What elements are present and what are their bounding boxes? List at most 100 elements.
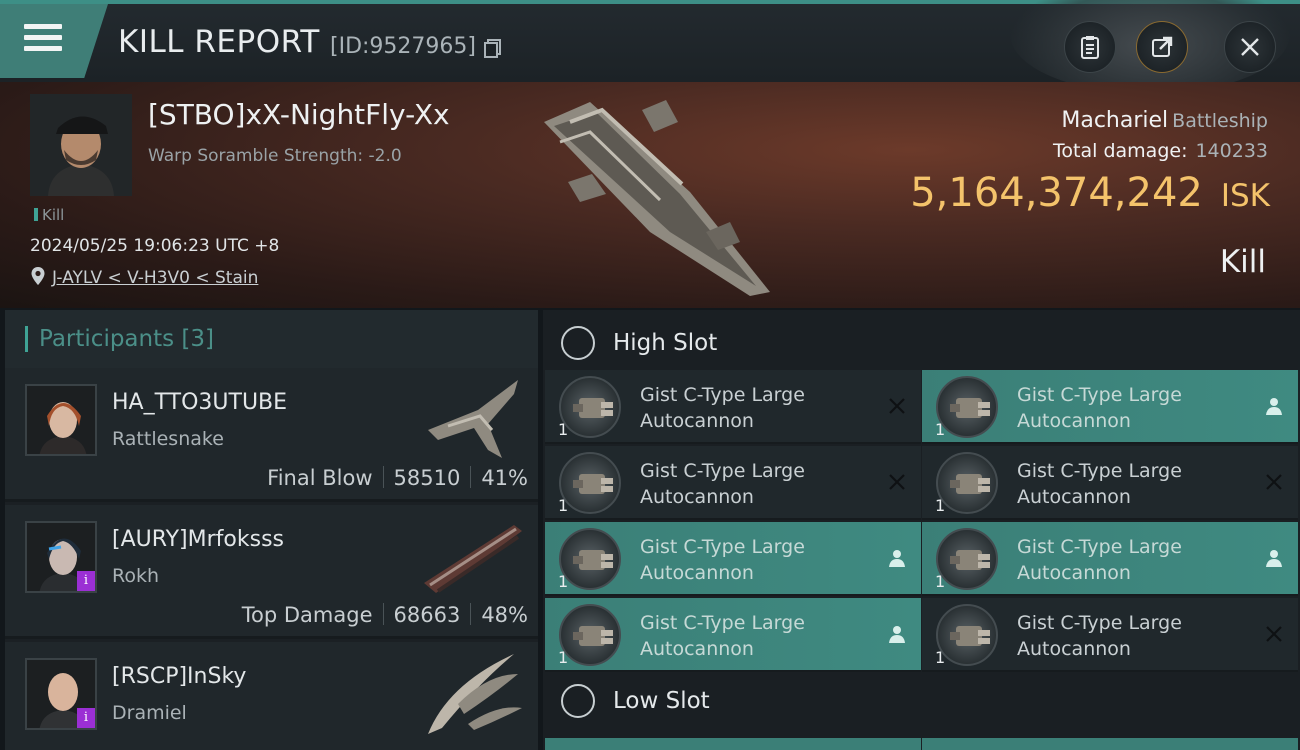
participant-row[interactable]: i [RSCP]InSky Dramiel bbox=[5, 642, 538, 750]
victim-banner: [STBO]xX-NightFly-Xx Warp Soramble Stren… bbox=[0, 82, 1300, 308]
total-damage-label: Total damage: bbox=[1053, 140, 1188, 162]
menu-button[interactable] bbox=[0, 4, 108, 78]
portrait-image bbox=[30, 94, 132, 196]
clipboard-icon bbox=[1081, 36, 1099, 59]
autocannon-icon bbox=[559, 604, 621, 666]
kill-location-link[interactable]: J-AYLV < V-H3V0 < Stain bbox=[52, 268, 258, 288]
participant-avatar[interactable] bbox=[25, 384, 97, 456]
share-button[interactable] bbox=[1136, 21, 1188, 73]
copy-icon[interactable] bbox=[482, 37, 504, 59]
participant-ship-image bbox=[424, 525, 522, 593]
warp-scramble-strength: Warp Soramble Strength: -2.0 bbox=[148, 146, 402, 166]
participant-name[interactable]: HA_TTO3UTUBE bbox=[112, 390, 287, 415]
module-tile[interactable]: 1 Gist C-Type Large Autocannon bbox=[922, 522, 1298, 596]
total-damage: Total damage: 140233 bbox=[1053, 140, 1268, 162]
dropped-icon bbox=[1266, 398, 1282, 415]
high-slot-title: High Slot bbox=[613, 330, 718, 356]
participant-ship-image bbox=[428, 654, 522, 734]
module-quantity: 1 bbox=[935, 420, 946, 439]
low-slot-icon bbox=[561, 684, 595, 718]
participants-title: Participants [3] bbox=[39, 326, 214, 352]
module-name: Gist C-Type Large Autocannon bbox=[640, 612, 805, 660]
fitting-panel: High Slot 1 Gist C-Type Large Autocannon 1… bbox=[543, 310, 1300, 750]
page-title: KILL REPORT bbox=[118, 24, 320, 60]
participant-damage: 68663 bbox=[393, 603, 461, 627]
module-quantity: 1 bbox=[935, 648, 946, 667]
header-bar: KILL REPORT [ID:9527965] bbox=[0, 0, 1300, 94]
participant-row[interactable]: HA_TTO3UTUBE Rattlesnake Final Blow 58510… bbox=[5, 368, 538, 502]
hamburger-icon bbox=[24, 24, 62, 56]
participant-avatar[interactable]: i bbox=[25, 658, 97, 730]
participant-row[interactable]: i [AURY]Mrfoksss Rokh Top Damage 68663 48% bbox=[5, 505, 538, 639]
module-name: Gist C-Type Large Autocannon bbox=[640, 384, 805, 432]
participants-panel: Participants [3] HA_TTO3UTUBE Rattlesnak… bbox=[5, 310, 538, 750]
header-accent bbox=[25, 326, 28, 352]
module-tile[interactable]: 1 Gist C-Type Large Autocannon bbox=[545, 370, 921, 444]
participant-stats: Top Damage 68663 48% bbox=[242, 603, 528, 627]
close-button[interactable] bbox=[1224, 21, 1276, 73]
module-quantity: 1 bbox=[558, 420, 569, 439]
participant-ship: Rattlesnake bbox=[112, 428, 224, 450]
module-tile[interactable]: 1 Gist C-Type Large Autocannon bbox=[922, 598, 1298, 672]
location-pin-icon bbox=[31, 267, 45, 285]
module-quantity: 1 bbox=[935, 496, 946, 515]
dropped-icon bbox=[1266, 550, 1282, 567]
module-tile[interactable]: 1 Gist C-Type Large Autocannon bbox=[922, 446, 1298, 520]
low-slot-header: Low Slot bbox=[543, 672, 1300, 730]
participant-ship: Dramiel bbox=[112, 702, 187, 724]
low-slot-module-peek[interactable] bbox=[922, 738, 1298, 750]
participants-header: Participants [3] bbox=[5, 310, 538, 368]
module-quantity: 1 bbox=[558, 648, 569, 667]
info-badge: i bbox=[77, 571, 95, 591]
victim-avatar[interactable] bbox=[30, 94, 132, 196]
destroyed-icon bbox=[1266, 474, 1282, 490]
autocannon-icon bbox=[559, 376, 621, 438]
autocannon-icon bbox=[559, 452, 621, 514]
participant-avatar[interactable]: i bbox=[25, 521, 97, 593]
ship-name-text: Machariel bbox=[1061, 108, 1169, 133]
isk-amount: 5,164,374,242 bbox=[910, 170, 1203, 216]
kill-tag: Kill bbox=[34, 206, 64, 224]
module-name: Gist C-Type Large Autocannon bbox=[1017, 612, 1182, 660]
low-slot-title: Low Slot bbox=[613, 688, 710, 714]
module-tile[interactable]: 1 Gist C-Type Large Autocannon bbox=[545, 522, 921, 596]
result-label: Kill bbox=[1219, 244, 1266, 280]
participant-role: Top Damage bbox=[241, 603, 373, 627]
participant-ship: Rokh bbox=[112, 565, 160, 587]
module-quantity: 1 bbox=[558, 496, 569, 515]
participant-percent: 48% bbox=[481, 603, 528, 627]
isk-unit: ISK bbox=[1220, 178, 1270, 214]
autocannon-icon bbox=[936, 528, 998, 590]
destroyed-icon bbox=[889, 474, 905, 490]
destroyed-icon bbox=[1266, 626, 1282, 642]
autocannon-icon bbox=[559, 528, 621, 590]
high-slot-header: High Slot bbox=[543, 314, 1300, 372]
module-name: Gist C-Type Large Autocannon bbox=[1017, 536, 1182, 584]
clipboard-button[interactable] bbox=[1064, 21, 1116, 73]
low-slot-module-peek[interactable] bbox=[545, 738, 921, 750]
share-icon bbox=[1152, 36, 1173, 57]
module-tile[interactable]: 1 Gist C-Type Large Autocannon bbox=[922, 370, 1298, 444]
participant-ship-image bbox=[428, 380, 518, 458]
portrait-image bbox=[27, 386, 95, 454]
module-quantity: 1 bbox=[558, 572, 569, 591]
participant-percent: 41% bbox=[481, 466, 528, 490]
module-tile[interactable]: 1 Gist C-Type Large Autocannon bbox=[545, 446, 921, 520]
participant-name[interactable]: [RSCP]InSky bbox=[112, 664, 246, 689]
victim-name[interactable]: [STBO]xX-NightFly-Xx bbox=[148, 98, 450, 131]
dropped-icon bbox=[889, 626, 905, 643]
kill-id: [ID:9527965] bbox=[330, 34, 476, 59]
ship-class: Battleship bbox=[1172, 110, 1268, 132]
high-slot-icon bbox=[561, 326, 595, 360]
module-tile[interactable]: 1 Gist C-Type Large Autocannon bbox=[545, 598, 921, 672]
module-name: Gist C-Type Large Autocannon bbox=[1017, 460, 1182, 508]
module-name: Gist C-Type Large Autocannon bbox=[640, 536, 805, 584]
participant-role: Final Blow bbox=[267, 466, 373, 490]
autocannon-icon bbox=[936, 376, 998, 438]
total-damage-value: 140233 bbox=[1195, 140, 1268, 162]
participant-name[interactable]: [AURY]Mrfoksss bbox=[112, 527, 284, 552]
destroyed-icon bbox=[889, 398, 905, 414]
participant-stats: Final Blow 58510 41% bbox=[267, 466, 528, 490]
victim-ship-name[interactable]: Machariel Battleship bbox=[1061, 108, 1268, 133]
autocannon-icon bbox=[936, 452, 998, 514]
